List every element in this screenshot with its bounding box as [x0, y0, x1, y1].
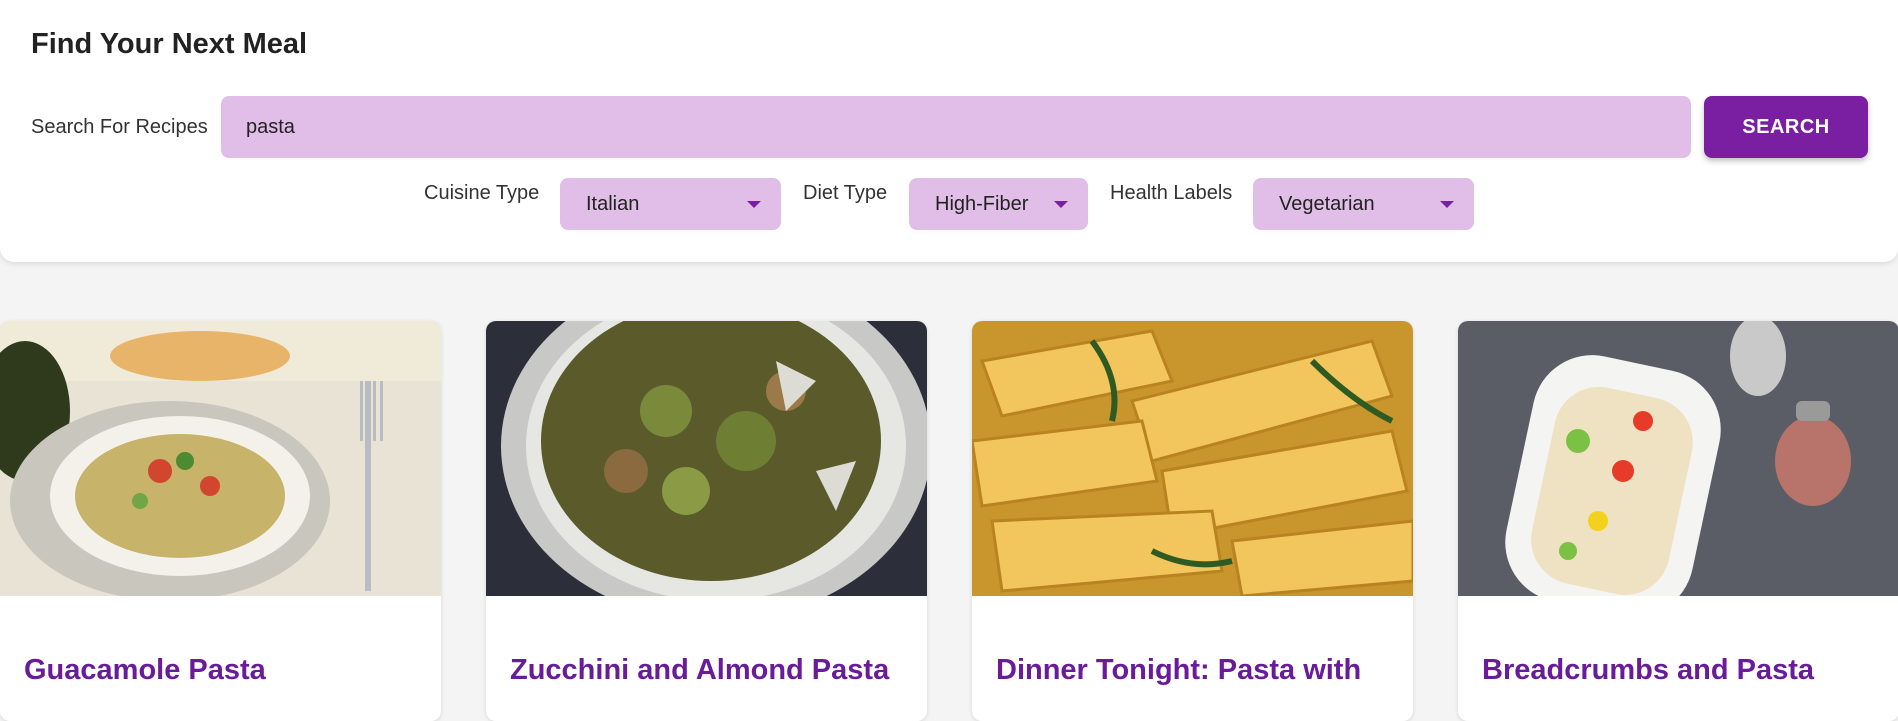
health-labels-label: Health Labels	[1110, 182, 1233, 204]
recipe-card[interactable]: Guacamole Pasta	[0, 321, 441, 721]
chevron-down-icon	[747, 201, 761, 208]
page-title: Find Your Next Meal	[31, 28, 308, 60]
recipe-title[interactable]: Breadcrumbs and Pasta	[1482, 654, 1814, 687]
recipe-card[interactable]: Dinner Tonight: Pasta with	[972, 321, 1413, 721]
diet-type-label: Diet Type	[803, 182, 888, 204]
recipe-title[interactable]: Zucchini and Almond Pasta	[510, 654, 889, 687]
cuisine-type-value: Italian	[586, 193, 640, 215]
health-labels-select[interactable]: Vegetarian	[1253, 178, 1474, 230]
search-button[interactable]: SEARCH	[1704, 96, 1868, 158]
zucchini-pasta-photo	[486, 321, 927, 596]
chevron-down-icon	[1440, 201, 1454, 208]
cuisine-type-select[interactable]: Italian	[560, 178, 781, 230]
search-panel: Find Your Next Meal Search For Recipes S…	[0, 0, 1898, 262]
recipe-card[interactable]: Zucchini and Almond Pasta	[486, 321, 927, 721]
search-input[interactable]	[221, 96, 1691, 158]
pasta-salad-photo	[1458, 321, 1898, 596]
diet-type-value: High-Fiber	[935, 193, 1029, 215]
penne-pasta-photo	[972, 321, 1413, 596]
search-label: Search For Recipes	[31, 116, 208, 138]
recipe-title[interactable]: Dinner Tonight: Pasta with	[996, 654, 1361, 687]
recipe-card[interactable]: Breadcrumbs and Pasta	[1458, 321, 1898, 721]
diet-type-select[interactable]: High-Fiber	[909, 178, 1088, 230]
guacamole-pasta-photo	[0, 321, 441, 596]
chevron-down-icon	[1054, 201, 1068, 208]
cuisine-type-label: Cuisine Type	[424, 182, 540, 204]
recipe-title[interactable]: Guacamole Pasta	[24, 654, 266, 687]
health-labels-value: Vegetarian	[1279, 193, 1375, 215]
